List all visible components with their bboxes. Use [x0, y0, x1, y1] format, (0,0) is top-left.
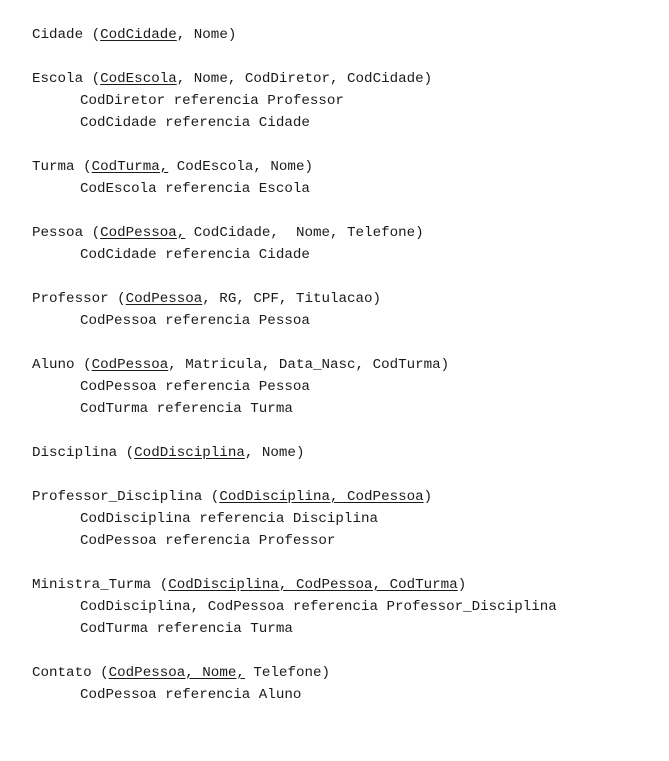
relation-name: Professor	[32, 291, 109, 307]
relation-name: Pessoa	[32, 225, 84, 241]
relation-professor: Professor (CodPessoa, RG, CPF, Titulacao…	[32, 288, 669, 332]
relation-turma: Turma (CodTurma, CodEscola, Nome) CodEsc…	[32, 156, 669, 200]
relation-name: Cidade	[32, 27, 84, 43]
relation-name: Contato	[32, 665, 92, 681]
primary-key: CodPessoa, Nome,	[108, 665, 245, 681]
foreign-key-reference: CodDisciplina, CodPessoa referencia Prof…	[80, 599, 557, 615]
foreign-key-reference: CodPessoa referencia Pessoa	[80, 379, 310, 395]
primary-key: CodDisciplina, CodPessoa	[219, 489, 424, 505]
primary-key: CodEscola	[100, 71, 177, 87]
relation-ministra-turma: Ministra_Turma (CodDisciplina, CodPessoa…	[32, 574, 669, 640]
relation-definition: Escola (CodEscola, Nome, CodDiretor, Cod…	[32, 71, 433, 87]
relation-name: Aluno	[32, 357, 75, 373]
foreign-key-reference: CodTurma referencia Turma	[80, 621, 293, 637]
relation-professor-disciplina: Professor_Disciplina (CodDisciplina, Cod…	[32, 486, 669, 552]
relation-name: Disciplina	[32, 445, 118, 461]
relation-definition: Professor_Disciplina (CodDisciplina, Cod…	[32, 489, 433, 505]
foreign-key-reference: CodPessoa referencia Professor	[80, 533, 336, 549]
relation-definition: Turma (CodTurma, CodEscola, Nome)	[32, 159, 313, 175]
relation-name: Ministra_Turma	[32, 577, 152, 593]
relation-attributes: , Nome, CodDiretor, CodCidade)	[176, 71, 433, 87]
relation-attributes: )	[423, 489, 433, 505]
relation-contato: Contato (CodPessoa, Nome, Telefone) CodP…	[32, 662, 669, 706]
primary-key: CodTurma,	[91, 159, 169, 175]
relational-schema-document: Cidade (CodCidade, Nome) Escola (CodEsco…	[32, 24, 669, 706]
relation-attributes: CodCidade, Nome, Telefone)	[185, 225, 424, 241]
relation-definition: Ministra_Turma (CodDisciplina, CodPessoa…	[32, 577, 467, 593]
relation-name: Escola	[32, 71, 84, 87]
foreign-key-reference: CodEscola referencia Escola	[80, 181, 310, 197]
foreign-key-reference: CodCidade referencia Cidade	[80, 115, 310, 131]
relation-attributes: , Matricula, Data_Nasc, CodTurma)	[168, 357, 450, 373]
foreign-key-reference: CodPessoa referencia Aluno	[80, 687, 302, 703]
primary-key: CodCidade	[100, 27, 177, 43]
relation-definition: Professor (CodPessoa, RG, CPF, Titulacao…	[32, 291, 382, 307]
relation-aluno: Aluno (CodPessoa, Matricula, Data_Nasc, …	[32, 354, 669, 420]
primary-key: CodDisciplina, CodPessoa, CodTurma	[168, 577, 458, 593]
foreign-key-reference: CodDisciplina referencia Disciplina	[80, 511, 378, 527]
relation-definition: Cidade (CodCidade, Nome)	[32, 27, 237, 43]
primary-key: CodPessoa	[91, 357, 169, 373]
foreign-key-reference: CodPessoa referencia Pessoa	[80, 313, 310, 329]
relation-cidade: Cidade (CodCidade, Nome)	[32, 24, 669, 46]
relation-disciplina: Disciplina (CodDisciplina, Nome)	[32, 442, 669, 464]
relation-definition: Disciplina (CodDisciplina, Nome)	[32, 445, 305, 461]
primary-key: CodPessoa	[125, 291, 203, 307]
relation-definition: Contato (CodPessoa, Nome, Telefone)	[32, 665, 331, 681]
relation-attributes: , Nome)	[176, 27, 237, 43]
relation-name: Turma	[32, 159, 75, 175]
primary-key: CodPessoa,	[100, 225, 186, 241]
relation-name: Professor_Disciplina	[32, 489, 203, 505]
relation-definition: Aluno (CodPessoa, Matricula, Data_Nasc, …	[32, 357, 450, 373]
relation-escola: Escola (CodEscola, Nome, CodDiretor, Cod…	[32, 68, 669, 134]
foreign-key-reference: CodCidade referencia Cidade	[80, 247, 310, 263]
relation-attributes: )	[457, 577, 467, 593]
primary-key: CodDisciplina	[134, 445, 245, 461]
relation-pessoa: Pessoa (CodPessoa, CodCidade, Nome, Tele…	[32, 222, 669, 266]
relation-definition: Pessoa (CodPessoa, CodCidade, Nome, Tele…	[32, 225, 424, 241]
foreign-key-reference: CodDiretor referencia Professor	[80, 93, 344, 109]
relation-attributes: Telefone)	[244, 665, 331, 681]
relation-attributes: CodEscola, Nome)	[168, 159, 313, 175]
relation-attributes: , RG, CPF, Titulacao)	[202, 291, 382, 307]
foreign-key-reference: CodTurma referencia Turma	[80, 401, 293, 417]
relation-attributes: , Nome)	[244, 445, 305, 461]
